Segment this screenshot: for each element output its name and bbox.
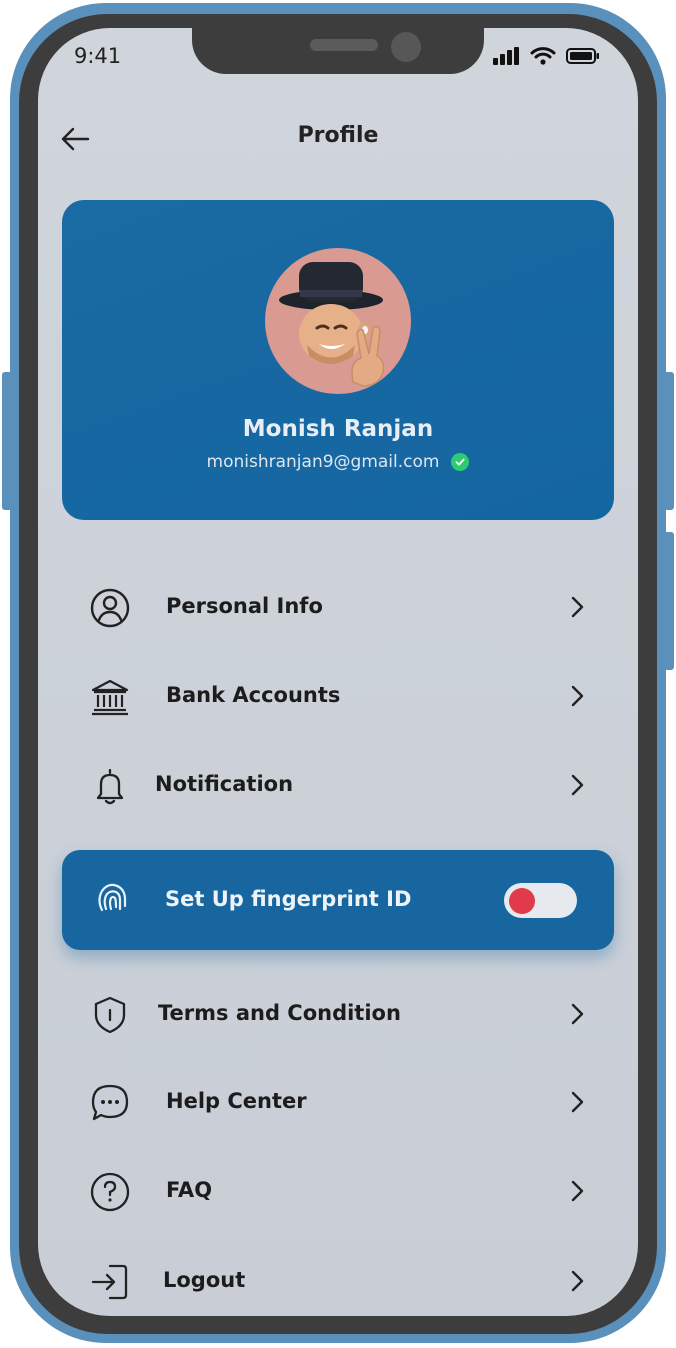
personal-info-label: Personal Info bbox=[166, 594, 323, 618]
side-button-left bbox=[2, 372, 12, 510]
chevron-right-icon bbox=[571, 1270, 584, 1292]
bell-icon bbox=[96, 768, 124, 805]
screen: 9:41 Profile Monish Ranjan monishranjan9… bbox=[38, 28, 638, 1316]
logout-label: Logout bbox=[163, 1268, 246, 1292]
profile-name: Monish Ranjan bbox=[242, 416, 434, 442]
fingerprint-icon bbox=[98, 883, 127, 912]
chevron-right-icon bbox=[571, 685, 584, 707]
menu-item-faq[interactable]: FAQ bbox=[62, 1160, 614, 1222]
memoji-avatar-icon bbox=[279, 262, 385, 387]
profile-email-row: monishranjan9@gmail.com bbox=[62, 452, 614, 472]
page-title: Profile bbox=[297, 123, 379, 148]
toggle-knob bbox=[509, 888, 535, 914]
user-circle-icon bbox=[90, 588, 130, 628]
speaker bbox=[310, 39, 378, 51]
profile-card: Monish Ranjan monishranjan9@gmail.com bbox=[62, 200, 614, 520]
chevron-right-icon bbox=[571, 596, 584, 618]
question-circle-icon bbox=[90, 1172, 130, 1212]
chevron-right-icon bbox=[571, 1180, 584, 1202]
fingerprint-setting-card: Set Up fingerprint ID bbox=[62, 850, 614, 950]
avatar[interactable] bbox=[265, 248, 411, 394]
menu-item-logout[interactable]: Logout bbox=[62, 1250, 614, 1312]
signal-icon bbox=[493, 47, 519, 65]
menu-item-terms[interactable]: Terms and Condition bbox=[62, 983, 614, 1045]
notification-label: Notification bbox=[155, 772, 294, 796]
fingerprint-toggle[interactable] bbox=[504, 883, 577, 918]
notch bbox=[192, 28, 484, 74]
menu-item-notification[interactable]: Notification bbox=[62, 754, 614, 816]
battery-icon bbox=[566, 48, 599, 64]
bank-icon bbox=[91, 679, 129, 716]
chevron-right-icon bbox=[571, 1003, 584, 1025]
side-button-right-top bbox=[664, 372, 674, 510]
chevron-right-icon bbox=[571, 1091, 584, 1113]
side-button-right-bottom bbox=[664, 532, 674, 670]
bank-accounts-label: Bank Accounts bbox=[166, 683, 341, 707]
menu-item-personal-info[interactable]: Personal Info bbox=[62, 576, 614, 638]
menu-item-help-center[interactable]: Help Center bbox=[62, 1071, 614, 1133]
menu-item-bank-accounts[interactable]: Bank Accounts bbox=[62, 665, 614, 727]
status-time: 9:41 bbox=[74, 44, 122, 68]
logout-icon bbox=[91, 1264, 128, 1300]
verified-check-icon bbox=[451, 453, 470, 471]
status-icons bbox=[492, 46, 600, 66]
faq-label: FAQ bbox=[166, 1178, 213, 1202]
shield-info-icon bbox=[94, 996, 126, 1034]
chat-bubble-icon bbox=[91, 1084, 129, 1121]
fingerprint-label: Set Up fingerprint ID bbox=[165, 887, 412, 911]
camera bbox=[391, 32, 421, 62]
profile-email: monishranjan9@gmail.com bbox=[206, 452, 440, 472]
wifi-icon bbox=[530, 47, 556, 65]
help-center-label: Help Center bbox=[166, 1089, 307, 1113]
terms-label: Terms and Condition bbox=[158, 1001, 401, 1025]
chevron-right-icon bbox=[571, 774, 584, 796]
